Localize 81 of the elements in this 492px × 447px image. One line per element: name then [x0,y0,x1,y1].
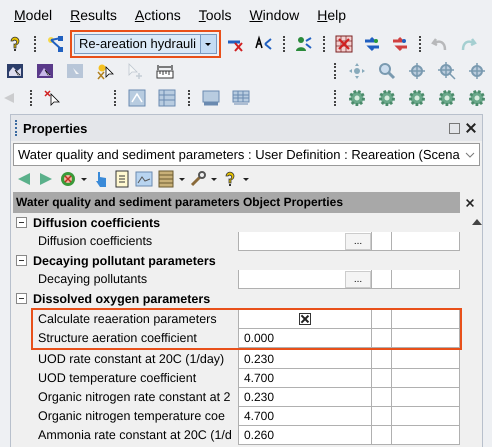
grid-cell [392,407,460,426]
property-label: Organic nitrogen temperature coe [37,408,226,425]
gear-icon[interactable] [408,88,426,106]
menu-item[interactable]: Tools [190,7,240,23]
gear-icon[interactable] [378,88,396,106]
text-network-icon[interactable] [255,34,273,52]
grid-cell [392,426,460,445]
grid-delete-icon[interactable] [335,34,353,52]
grid-cell [372,369,392,388]
map-view-icon[interactable] [6,62,24,80]
property-label: Structure aeration coefficient [37,330,198,347]
property-label: Decaying pollutants [37,271,148,288]
category-label: Dissolved oxygen parameters [33,292,210,306]
screen-icon[interactable] [202,88,220,106]
grid-cell [392,232,460,251]
grid-cell [372,350,392,369]
grid-cell [372,407,392,426]
grid-cell [392,388,460,407]
value-cell[interactable]: 4.700 [238,407,372,426]
gear-icon[interactable] [438,88,456,106]
value-cell[interactable]: 0.230 [238,388,372,407]
chart-icon[interactable] [135,170,153,188]
grid-cell [392,270,460,289]
scenario-dropdown[interactable]: Re-areation hydrauli [74,34,217,54]
browse-button[interactable]: ... [345,270,371,288]
zoom-crosshair-icon[interactable] [438,62,456,80]
zoom-icon[interactable] [378,62,396,80]
category-label: Diffusion coefficients [33,216,160,230]
gear-icon[interactable] [348,88,366,106]
close-icon[interactable] [466,121,476,135]
value-cell[interactable]: 0.000 [238,329,372,348]
panel-title: Properties [23,120,88,136]
compass-icon[interactable] [59,170,77,188]
swap-arrows-icon[interactable] [363,34,381,52]
table-view-icon[interactable] [128,88,146,106]
grid-cell [372,388,392,407]
grid-cell [392,350,460,369]
network-icon[interactable] [46,34,64,52]
menu-item[interactable]: Window [241,7,308,23]
delete-cursor-icon[interactable] [44,88,62,106]
collapse-icon[interactable] [16,217,27,228]
crosshair-icon[interactable] [408,62,426,80]
wrench-icon[interactable] [189,170,207,188]
person-network-icon[interactable] [295,34,313,52]
grid-cell [392,369,460,388]
table-edit-icon[interactable] [158,88,176,106]
value-cell[interactable]: 4.700 [238,369,372,388]
chevron-down-icon[interactable] [465,152,475,158]
property-label: Ammonia rate constant at 20C (1/d [37,427,233,444]
profile-view-icon[interactable] [36,62,54,80]
object-selector[interactable]: Water quality and sediment parameters : User Definition : Reareation (Scena [13,143,480,166]
property-label: Organic nitrogen rate constant at 2 [37,389,232,406]
menu-item[interactable]: Results [62,7,125,23]
swap-arrows-icon[interactable] [391,34,409,52]
browse-button[interactable]: ... [345,232,371,250]
document-icon[interactable] [113,170,131,188]
grid-cell [392,310,460,329]
menu-item[interactable]: Help [309,7,354,23]
checkbox[interactable] [299,313,311,325]
sun-cursor-icon[interactable] [96,62,114,80]
grid-icon[interactable] [232,88,250,106]
grid-cell [372,426,392,445]
list-icon[interactable] [157,170,175,188]
collapse-icon[interactable] [16,293,27,304]
menu-item[interactable]: Model [6,7,60,23]
category-label: Decaying pollutant parameters [33,254,216,268]
grid-cell [372,329,392,348]
maximize-icon[interactable] [449,122,460,134]
value-cell[interactable]: 0.230 [238,350,372,369]
grid-cell [392,329,460,348]
gear-icon[interactable] [468,88,486,106]
menu-item[interactable]: Actions [126,7,189,23]
property-label: Diffusion coefficients [37,233,154,250]
scroll-up-icon[interactable] [472,219,482,225]
property-label: Calculate reaeration parameters [37,311,218,328]
collapse-icon[interactable] [16,255,27,266]
refresh-crosshair-icon[interactable] [468,62,486,80]
value-cell[interactable]: 0.260 [238,426,372,445]
property-label: UOD temperature coefficient [37,370,198,387]
property-label: UOD rate constant at 20C (1/day) [37,351,226,368]
grid-title-bar: Water quality and sediment parameters Object Properties [13,192,460,213]
